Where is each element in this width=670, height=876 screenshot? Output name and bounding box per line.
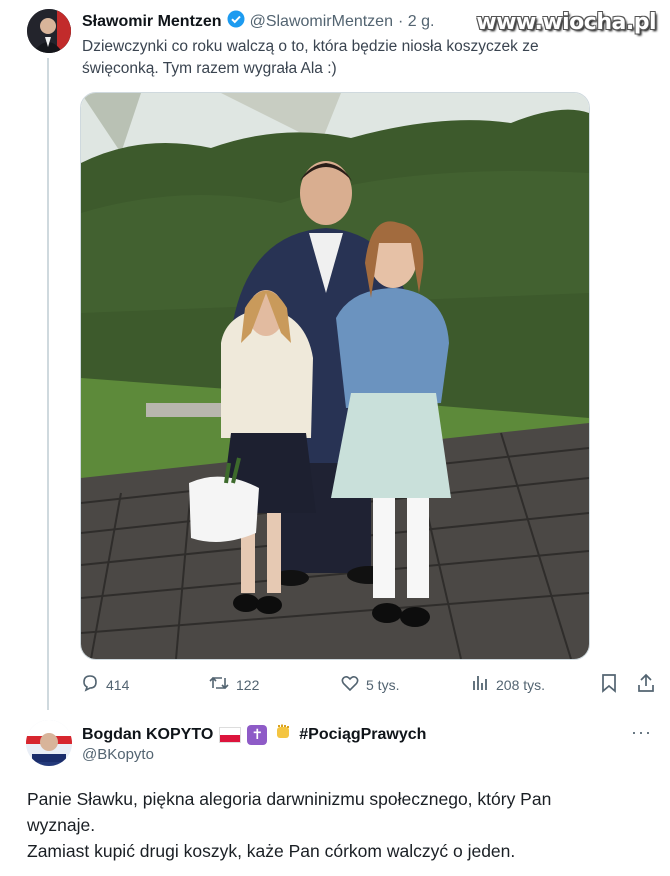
raised-fist-icon — [273, 722, 293, 747]
reply-hashtag[interactable]: #PociągPrawych — [299, 726, 426, 744]
tweet-header: Sławomir Mentzen @SlawomirMentzen · 2 g. — [82, 10, 434, 33]
author-handle[interactable]: @SlawomirMentzen — [250, 13, 393, 31]
reply-author-handle[interactable]: @BKopyto — [82, 746, 154, 763]
tweet-photo[interactable] — [80, 92, 590, 660]
views-count: 208 tys. — [496, 676, 546, 693]
site-watermark: www.wiocha.pl — [476, 10, 656, 35]
heart-icon — [340, 673, 360, 696]
verified-badge-icon — [227, 10, 245, 33]
reply-avatar-portrait-icon — [26, 720, 72, 766]
poland-flag-icon — [219, 726, 242, 743]
family-photo-image — [81, 93, 589, 659]
reply-author-avatar[interactable] — [26, 720, 72, 766]
reply-action[interactable]: 414 — [80, 673, 129, 696]
bookmark-button[interactable] — [600, 673, 618, 696]
reply-author-name[interactable]: Bogdan KOPYTO — [82, 726, 213, 744]
share-icon — [636, 673, 656, 696]
like-count: 5 tys. — [366, 676, 400, 693]
reply-text: Panie Sławku, piękna alegoria darwninizm… — [27, 786, 647, 864]
tweet-text: Dziewczynki co roku walczą o to, która b… — [82, 36, 612, 80]
retweet-count: 122 — [236, 676, 260, 693]
reply-text-line: wyznaje. — [27, 815, 96, 835]
tweet-timestamp[interactable]: · 2 g. — [398, 13, 434, 31]
views-action[interactable]: 208 tys. — [470, 673, 545, 696]
like-action[interactable]: 5 tys. — [340, 673, 399, 696]
cross-icon: ✝ — [247, 724, 268, 745]
share-button[interactable] — [636, 673, 656, 696]
thread-connector-line — [47, 58, 49, 710]
tweet-text-line: Dziewczynki co roku walczą o to, która b… — [82, 38, 539, 55]
tweet-text-line: święconką. Tym razem wygrała Ala :) — [82, 60, 337, 77]
views-chart-icon — [470, 673, 490, 696]
reply-header: Bogdan KOPYTO ✝ #PociągPrawych — [82, 722, 426, 747]
tweet-actions-bar: 414 122 5 tys. 208 tys. — [80, 673, 660, 699]
retweet-action[interactable]: 122 — [208, 673, 259, 696]
reply-text-line: Panie Sławku, piękna alegoria darwninizm… — [27, 789, 552, 809]
retweet-icon — [208, 673, 230, 696]
bookmark-icon — [600, 673, 618, 696]
reply-text-line: Zamiast kupić drugi koszyk, każe Pan cór… — [27, 841, 516, 861]
more-options-button[interactable]: ··· — [631, 722, 652, 743]
avatar-portrait-icon — [27, 9, 71, 53]
author-name[interactable]: Sławomir Mentzen — [82, 13, 222, 31]
reply-count: 414 — [106, 676, 130, 693]
reply-icon — [80, 673, 100, 696]
author-avatar[interactable] — [27, 9, 71, 53]
